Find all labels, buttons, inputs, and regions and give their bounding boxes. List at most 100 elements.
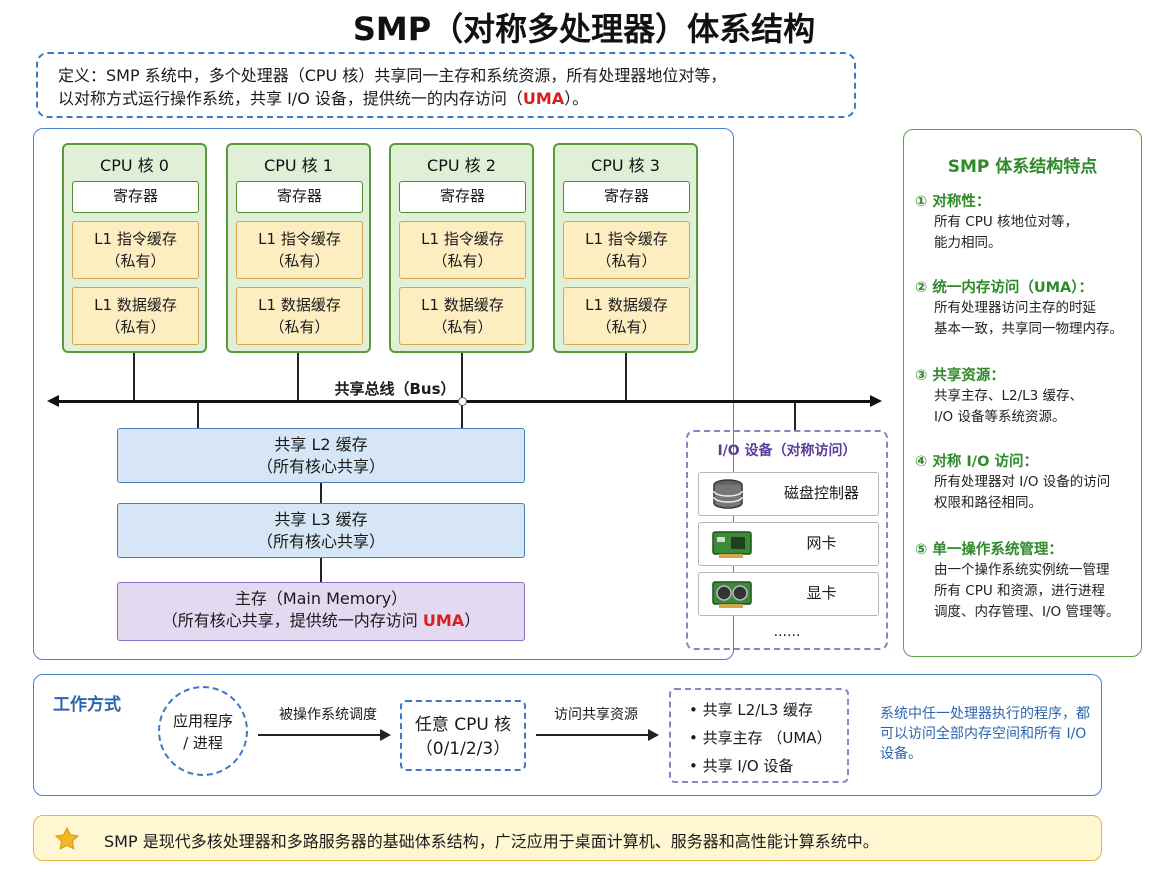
l2-l3-connector (320, 483, 322, 504)
memory-title: 主存（Main Memory） (234, 589, 408, 608)
shared-l3-cache: 共享 L3 缓存 （所有核心共享） (117, 503, 525, 558)
l1-instruction-cache: L1 指令缓存 （私有） (399, 221, 526, 279)
cache-label: L1 指令缓存 (94, 230, 177, 248)
feature-desc: 所有处理器对 I/O 设备的访问 (934, 474, 1111, 490)
cpu0-connector (133, 353, 135, 401)
io-devices-panel: I/O 设备（对称访问） 磁盘控制器 网卡 显卡 ...... (686, 430, 888, 650)
access-arrow-label: 访问共享资源 (554, 707, 638, 723)
bus-l2-connector-left (197, 401, 199, 429)
definition-line-2: 以对称方式运行操作系统，共享 I/O 设备，提供统一的内存访问（UMA）。 (58, 87, 834, 110)
register-block: 寄存器 (236, 181, 363, 213)
l2-subtitle: （所有核心共享） (256, 457, 385, 476)
l3-mem-connector (320, 558, 322, 583)
database-icon (713, 479, 743, 509)
feature-heading: ④ 对称 I/O 访问： (915, 454, 1038, 470)
io-item-label: 网卡 (806, 534, 837, 552)
feature-desc: 能力相同。 (934, 235, 1002, 251)
shared-resources-list: • 共享 L2/L3 缓存 • 共享主存 （UMA） • 共享 I/O 设备 (669, 688, 849, 783)
cpu-title: CPU 核 2 (427, 156, 496, 175)
main-memory: 主存（Main Memory） （所有核心共享，提供统一内存访问 UMA） (117, 582, 525, 641)
star-icon (54, 826, 80, 850)
l1-instruction-cache: L1 指令缓存 （私有） (236, 221, 363, 279)
memory-subtitle: （所有核心共享，提供统一内存访问 UMA） (118, 610, 524, 632)
cpu-card-3: CPU 核 3 寄存器 L1 指令缓存 （私有） L1 数据缓存 （私有） (553, 143, 698, 353)
cpu-card-0: CPU 核 0 寄存器 L1 指令缓存 （私有） L1 数据缓存 （私有） (62, 143, 207, 353)
feature-desc: 调度、内存管理、I/O 管理等。 (934, 604, 1120, 620)
register-block: 寄存器 (399, 181, 526, 213)
l2-title: 共享 L2 缓存 (274, 435, 368, 454)
page-title: SMP（对称多处理器）体系结构 (352, 10, 816, 48)
cache-label: L1 数据缓存 (585, 296, 668, 314)
io-item-graphics-card: 显卡 (698, 572, 879, 616)
resource-item: • 共享 L2/L3 缓存 (689, 701, 814, 719)
feature-uma: ② 统一内存访问（UMA）： 所有处理器访问主存的时延 基本一致，共享同一物理内… (915, 278, 1137, 340)
cpu-title: CPU 核 3 (591, 156, 660, 175)
cache-private: （私有） (596, 318, 657, 336)
footer-text: SMP 是现代多核处理器和多路服务器的基础体系结构，广泛应用于桌面计算机、服务器… (104, 832, 879, 851)
cache-private: （私有） (596, 252, 657, 270)
l1-instruction-cache: L1 指令缓存 （私有） (563, 221, 690, 279)
feature-heading: ③ 共享资源： (915, 368, 1005, 384)
definition-line-1: 定义：SMP 系统中，多个处理器（CPU 核）共享同一主存和系统资源，所有处理器… (58, 66, 727, 85)
cpu-title: CPU 核 0 (100, 156, 169, 175)
access-arrow-head-icon (648, 729, 659, 741)
memory-uma: UMA (422, 611, 465, 630)
feature-desc: 所有处理器访问主存的时延 (934, 300, 1096, 316)
schedule-arrow-line (258, 734, 382, 736)
feature-symmetry: ① 对称性： 所有 CPU 核地位对等， 能力相同。 (915, 192, 1137, 254)
io-item-label: 显卡 (806, 584, 837, 602)
cache-label: L1 指令缓存 (258, 230, 341, 248)
process-line-1: 应用程序 (172, 712, 233, 730)
definition-uma: UMA (522, 89, 565, 108)
any-cpu-node: 任意 CPU 核 （0/1/2/3） (400, 700, 526, 771)
cache-private: （私有） (105, 252, 166, 270)
features-title: SMP 体系结构特点 (947, 157, 1098, 177)
bus-arrow-right-icon (870, 395, 882, 407)
work-mode-note: 系统中任一处理器执行的程序，都可以访问全部内存空间和所有 I/O 设备。 (880, 706, 1090, 762)
cpu-title: CPU 核 1 (264, 156, 333, 175)
definition-text: 以对称方式运行操作系统，共享 I/O 设备，提供统一的内存访问（ (58, 89, 523, 108)
cache-private: （私有） (432, 318, 493, 336)
schedule-arrow-head-icon (380, 729, 391, 741)
cpu-card-1: CPU 核 1 寄存器 L1 指令缓存 （私有） L1 数据缓存 （私有） (226, 143, 371, 353)
io-title: I/O 设备（对称访问） (717, 443, 857, 459)
cpu3-connector (625, 353, 627, 401)
memory-sub-text: （所有核心共享，提供统一内存访问 (161, 611, 418, 630)
feature-symmetric-io: ④ 对称 I/O 访问： 所有处理器对 I/O 设备的访问 权限和路径相同。 (915, 452, 1137, 514)
footer-banner: SMP 是现代多核处理器和多路服务器的基础体系结构，广泛应用于桌面计算机、服务器… (33, 815, 1102, 861)
feature-desc: 由一个操作系统实例统一管理 (934, 562, 1110, 578)
bus-label: 共享总线（Bus） (334, 380, 456, 398)
cache-label: L1 数据缓存 (421, 296, 504, 314)
feature-desc: 权限和路径相同。 (934, 495, 1042, 511)
l1-data-cache: L1 数据缓存 （私有） (72, 287, 199, 345)
process-node: 应用程序 / 进程 (158, 686, 248, 776)
io-item-label: 磁盘控制器 (783, 484, 859, 502)
any-cpu-line-1: 任意 CPU 核 (414, 715, 512, 735)
feature-heading: ② 统一内存访问（UMA）： (915, 280, 1093, 296)
cache-private: （私有） (269, 252, 330, 270)
feature-shared-resources: ③ 共享资源： 共享主存、L2/L3 缓存、 I/O 设备等系统资源。 (915, 366, 1137, 428)
cpu-card-2: CPU 核 2 寄存器 L1 指令缓存 （私有） L1 数据缓存 （私有） (389, 143, 534, 353)
cache-private: （私有） (432, 252, 493, 270)
feature-desc: 所有 CPU 和资源，进行进程 (934, 583, 1106, 599)
resource-item: • 共享主存 （UMA） (689, 729, 832, 747)
graphics-card-icon (712, 581, 752, 608)
cache-private: （私有） (269, 318, 330, 336)
register-block: 寄存器 (563, 181, 690, 213)
l3-title: 共享 L3 缓存 (274, 510, 368, 529)
schedule-arrow-label: 被操作系统调度 (279, 707, 377, 723)
resource-item: • 共享 I/O 设备 (689, 757, 794, 775)
access-arrow-line (536, 734, 650, 736)
definition-close: ）。 (564, 89, 589, 108)
feature-desc: 基本一致，共享同一物理内存。 (934, 321, 1123, 337)
work-mode-title: 工作方式 (53, 695, 121, 715)
feature-desc: 所有 CPU 核地位对等， (934, 214, 1079, 230)
io-more-ellipsis: ...... (773, 624, 801, 640)
bus-junction-dot (458, 397, 467, 406)
bus-io-connector (794, 401, 796, 431)
cache-label: L1 指令缓存 (421, 230, 504, 248)
any-cpu-line-2: （0/1/2/3） (415, 739, 511, 759)
process-line-2: / 进程 (183, 734, 223, 752)
feature-single-os: ⑤ 单一操作系统管理： 由一个操作系统实例统一管理 所有 CPU 和资源，进行进… (915, 540, 1137, 623)
memory-sub-close: ） (464, 611, 481, 630)
